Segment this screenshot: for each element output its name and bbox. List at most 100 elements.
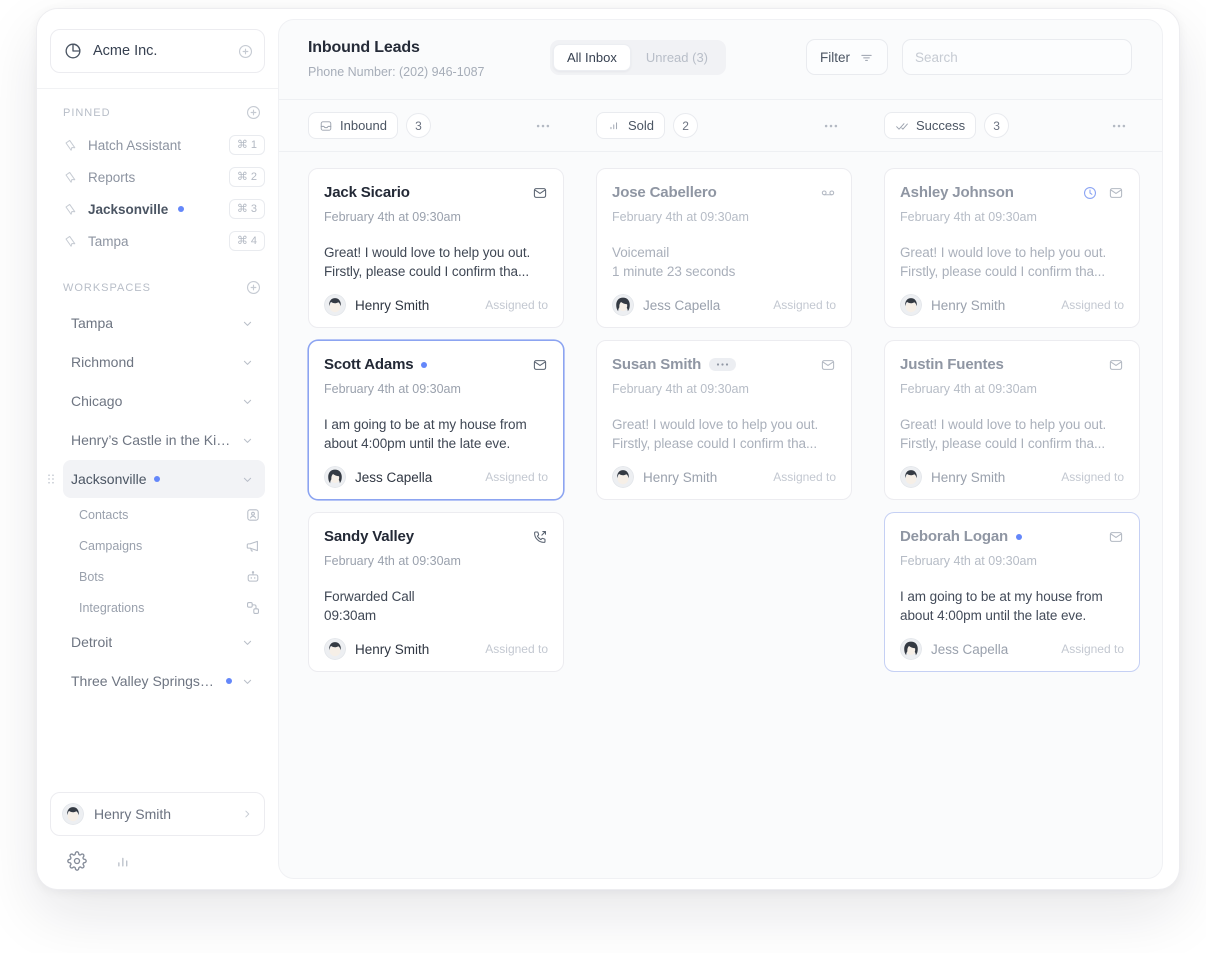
tab-all-inbox[interactable]: All Inbox	[553, 44, 631, 71]
drag-handle-icon[interactable]	[44, 471, 58, 487]
pinned-item-reports[interactable]: Reports⌘ 2	[63, 161, 265, 193]
mail-icon	[532, 357, 548, 373]
lead-name: Scott Adams	[324, 356, 413, 373]
column-pill-sold[interactable]: Sold	[596, 112, 665, 139]
analytics-bars-icon[interactable]	[114, 852, 132, 870]
card-header: Jack Sicario	[324, 184, 548, 201]
assignee-name: Jess Capella	[643, 298, 720, 313]
assignee-name: Jess Capella	[931, 642, 1008, 657]
desktop-background: Acme Inc. PINNED Hatch Assistant⌘ 1Repor…	[0, 0, 1206, 953]
chevron-right-icon	[240, 807, 254, 821]
org-add-icon[interactable]	[237, 43, 254, 60]
contact-card-icon	[245, 507, 261, 523]
pinned-item-jacksonville[interactable]: Jacksonville ⌘ 3	[63, 193, 265, 225]
unread-dot	[154, 476, 160, 482]
title-block: Inbound Leads Phone Number: (202) 946-10…	[308, 39, 514, 79]
mail-icon	[1108, 357, 1124, 373]
pin-icon	[63, 202, 78, 217]
lead-card-deborah-logan[interactable]: Deborah LoganFebruary 4th at 09:30amI am…	[884, 512, 1140, 672]
lead-card-sandy-valley[interactable]: Sandy ValleyFebruary 4th at 09:30amForwa…	[308, 512, 564, 672]
lead-card-susan-smith[interactable]: Susan SmithFebruary 4th at 09:30amGreat!…	[596, 340, 852, 500]
workspace-item-chicago[interactable]: Chicago	[63, 382, 265, 420]
assignee-avatar	[612, 466, 634, 488]
board-column-headers: Inbound3Sold2Success3	[279, 100, 1162, 152]
chevron-down-icon	[240, 355, 255, 370]
workspace-subitem-campaigns[interactable]: Campaigns	[63, 530, 261, 561]
lead-card-ashley-johnson[interactable]: Ashley JohnsonFebruary 4th at 09:30amGre…	[884, 168, 1140, 328]
column-count: 2	[673, 113, 698, 138]
inbox-tabs: All InboxUnread (3)	[550, 40, 726, 75]
column-header-inbound: Inbound3	[308, 112, 596, 139]
lead-name: Susan Smith	[612, 356, 701, 373]
assignee-name: Henry Smith	[931, 298, 1005, 313]
column-pill-inbound[interactable]: Inbound	[308, 112, 398, 139]
pinned-item-hatch-assistant[interactable]: Hatch Assistant⌘ 1	[63, 129, 265, 161]
lead-name: Deborah Logan	[900, 528, 1008, 545]
megaphone-icon	[245, 538, 261, 554]
preview-line: Firstly, please could I confirm tha...	[900, 262, 1124, 281]
workspace-item-label: Tampa	[71, 315, 113, 331]
search-input[interactable]	[902, 39, 1132, 75]
org-switcher[interactable]: Acme Inc.	[50, 29, 265, 73]
card-header: Sandy Valley	[324, 528, 548, 545]
card-footer: Jess CapellaAssigned to	[900, 638, 1124, 660]
lead-card-jose-cabellero[interactable]: Jose CabelleroFebruary 4th at 09:30amVoi…	[596, 168, 852, 328]
unread-dot	[226, 678, 232, 684]
assignee-avatar	[324, 466, 346, 488]
mail-icon	[532, 185, 548, 201]
card-icons	[532, 185, 548, 201]
shortcut-badge: ⌘ 3	[229, 199, 265, 219]
tab-unread-3[interactable]: Unread (3)	[631, 43, 723, 72]
workspaces-add-icon[interactable]	[245, 279, 262, 296]
assigned-to-label: Assigned to	[485, 298, 548, 312]
column-name: Success	[916, 118, 965, 133]
sidebar: Acme Inc. PINNED Hatch Assistant⌘ 1Repor…	[37, 9, 278, 889]
workspace-subitem-bots[interactable]: Bots	[63, 561, 261, 592]
pinned-item-label: Jacksonville	[88, 202, 168, 217]
lead-card-jack-sicario[interactable]: Jack SicarioFebruary 4th at 09:30amGreat…	[308, 168, 564, 328]
org-name: Acme Inc.	[93, 43, 227, 59]
lead-card-justin-fuentes[interactable]: Justin FuentesFebruary 4th at 09:30amGre…	[884, 340, 1140, 500]
workspace-item-henry-s-castle-in-the-kin[interactable]: Henry’s Castle in the Kin...	[63, 421, 265, 459]
assigned-to-label: Assigned to	[1061, 298, 1124, 312]
pinned-list: Hatch Assistant⌘ 1Reports⌘ 2Jacksonville…	[37, 129, 278, 257]
workspace-item-three-valley-springsw[interactable]: Three Valley Springsw...	[63, 662, 265, 700]
column-menu-icon[interactable]	[1110, 117, 1128, 135]
workspace-item-jacksonville[interactable]: Jacksonville	[63, 460, 265, 498]
workspace-subitem-integrations[interactable]: Integrations	[63, 592, 261, 623]
chevron-down-icon	[240, 433, 255, 448]
workspace-item-detroit[interactable]: Detroit	[63, 623, 265, 661]
lead-name: Jose Cabellero	[612, 184, 717, 201]
workspace-item-label: Chicago	[71, 393, 122, 409]
card-icons	[1108, 529, 1124, 545]
card-header: Susan Smith	[612, 356, 836, 373]
pinned-add-icon[interactable]	[245, 104, 262, 121]
workspaces-section-header: WORKSPACES	[63, 279, 262, 296]
preview-line: about 4:00pm until the late eve.	[900, 606, 1124, 625]
workspaces-label: WORKSPACES	[63, 282, 245, 294]
app-window: Acme Inc. PINNED Hatch Assistant⌘ 1Repor…	[36, 8, 1180, 890]
column-pill-success[interactable]: Success	[884, 112, 976, 139]
filter-button[interactable]: Filter	[806, 39, 888, 75]
workspace-subitem-contacts[interactable]: Contacts	[63, 499, 261, 530]
user-menu[interactable]: Henry Smith	[50, 792, 265, 836]
column-menu-icon[interactable]	[822, 117, 840, 135]
lead-card-scott-adams[interactable]: Scott AdamsFebruary 4th at 09:30amI am g…	[308, 340, 564, 500]
pin-icon	[63, 138, 78, 153]
card-icons	[532, 529, 548, 545]
org-logo-icon	[63, 41, 83, 61]
unread-dot	[1016, 534, 1022, 540]
pin-icon	[63, 170, 78, 185]
integrations-icon	[245, 600, 261, 616]
settings-gear-icon[interactable]	[67, 851, 87, 871]
column-menu-icon[interactable]	[534, 117, 552, 135]
workspace-subitem-label: Bots	[79, 570, 245, 584]
pinned-item-tampa[interactable]: Tampa⌘ 4	[63, 225, 265, 257]
header-actions: Filter	[806, 39, 1132, 75]
kanban-board: Jack SicarioFebruary 4th at 09:30amGreat…	[279, 152, 1162, 878]
shortcut-badge: ⌘ 2	[229, 167, 265, 187]
workspace-item-richmond[interactable]: Richmond	[63, 343, 265, 381]
workspace-item-tampa[interactable]: Tampa	[63, 304, 265, 342]
assignee-name: Henry Smith	[355, 642, 429, 657]
message-preview: I am going to be at my house fromabout 4…	[900, 587, 1124, 625]
